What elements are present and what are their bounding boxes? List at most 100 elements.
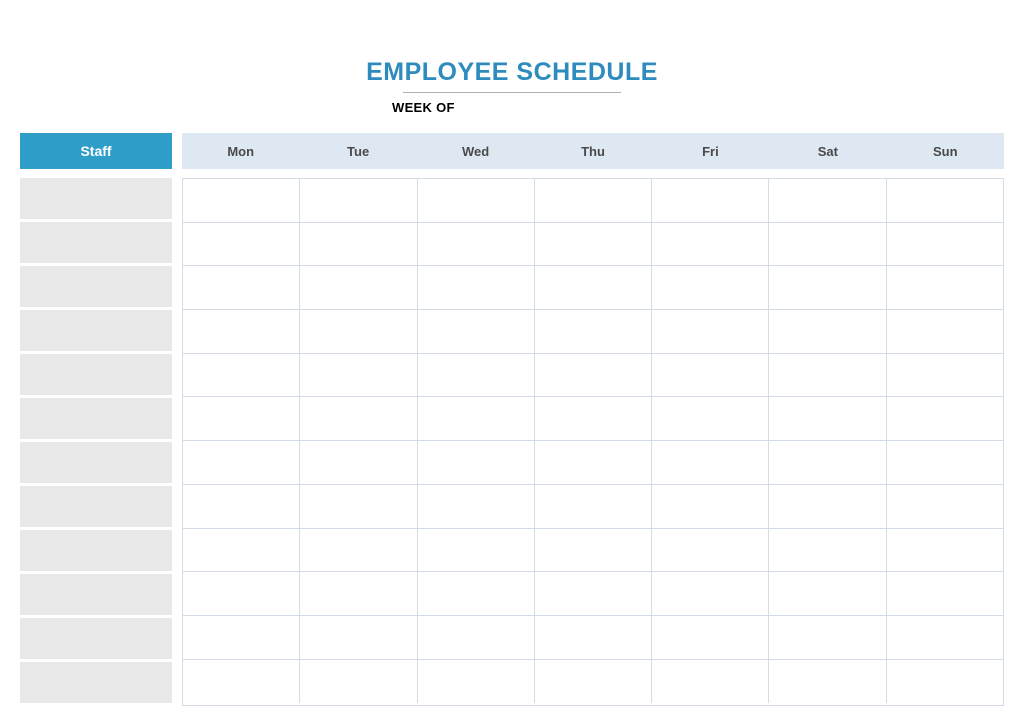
schedule-cell[interactable] — [887, 529, 1003, 572]
schedule-cell[interactable] — [769, 310, 886, 353]
staff-cell[interactable] — [20, 618, 172, 659]
schedule-cell[interactable] — [535, 223, 652, 266]
schedule-cell[interactable] — [535, 529, 652, 572]
schedule-cell[interactable] — [300, 310, 417, 353]
schedule-cell[interactable] — [887, 441, 1003, 484]
schedule-cell[interactable] — [418, 179, 535, 222]
schedule-cell[interactable] — [887, 310, 1003, 353]
staff-cell[interactable] — [20, 662, 172, 703]
table-row — [183, 572, 1003, 616]
schedule-cell[interactable] — [887, 572, 1003, 615]
staff-cell[interactable] — [20, 442, 172, 483]
schedule-cell[interactable] — [300, 397, 417, 440]
schedule-cell[interactable] — [418, 572, 535, 615]
schedule-cell[interactable] — [652, 354, 769, 397]
schedule-cell[interactable] — [769, 441, 886, 484]
schedule-cell[interactable] — [887, 397, 1003, 440]
schedule-cell[interactable] — [183, 397, 300, 440]
schedule-cell[interactable] — [769, 354, 886, 397]
schedule-cell[interactable] — [418, 354, 535, 397]
schedule-cell[interactable] — [887, 179, 1003, 222]
schedule-cell[interactable] — [300, 179, 417, 222]
schedule-cell[interactable] — [535, 485, 652, 528]
staff-cell[interactable] — [20, 310, 172, 351]
staff-cell[interactable] — [20, 178, 172, 219]
staff-cell[interactable] — [20, 266, 172, 307]
schedule-cell[interactable] — [535, 179, 652, 222]
schedule-cell[interactable] — [183, 354, 300, 397]
schedule-cell[interactable] — [535, 310, 652, 353]
schedule-cell[interactable] — [769, 485, 886, 528]
schedule-cell[interactable] — [300, 572, 417, 615]
schedule-cell[interactable] — [535, 616, 652, 659]
schedule-cell[interactable] — [652, 223, 769, 266]
schedule-cell[interactable] — [300, 660, 417, 704]
schedule-cell[interactable] — [418, 441, 535, 484]
table-row — [183, 660, 1003, 704]
schedule-cell[interactable] — [652, 485, 769, 528]
schedule-cell[interactable] — [535, 441, 652, 484]
schedule-cell[interactable] — [183, 485, 300, 528]
schedule-cell[interactable] — [418, 529, 535, 572]
schedule-cell[interactable] — [300, 266, 417, 309]
schedule-cell[interactable] — [769, 397, 886, 440]
schedule-cell[interactable] — [535, 266, 652, 309]
schedule-cell[interactable] — [300, 616, 417, 659]
staff-cell[interactable] — [20, 354, 172, 395]
staff-cell[interactable] — [20, 222, 172, 263]
schedule-cell[interactable] — [418, 266, 535, 309]
schedule-cell[interactable] — [887, 616, 1003, 659]
schedule-cell[interactable] — [418, 310, 535, 353]
schedule-cell[interactable] — [652, 397, 769, 440]
schedule-cell[interactable] — [652, 310, 769, 353]
schedule-cell[interactable] — [300, 223, 417, 266]
schedule-cell[interactable] — [769, 616, 886, 659]
schedule-cell[interactable] — [652, 179, 769, 222]
schedule-cell[interactable] — [887, 485, 1003, 528]
schedule-cell[interactable] — [652, 441, 769, 484]
schedule-cell[interactable] — [887, 354, 1003, 397]
schedule-cell[interactable] — [769, 179, 886, 222]
schedule-cell[interactable] — [887, 266, 1003, 309]
schedule-cell[interactable] — [535, 660, 652, 704]
schedule-cell[interactable] — [183, 616, 300, 659]
schedule-cell[interactable] — [769, 572, 886, 615]
schedule-cell[interactable] — [887, 660, 1003, 704]
schedule-cell[interactable] — [652, 266, 769, 309]
schedule-cell[interactable] — [183, 572, 300, 615]
schedule-cell[interactable] — [418, 660, 535, 704]
title-underline — [403, 92, 621, 93]
schedule-cell[interactable] — [183, 310, 300, 353]
schedule-cell[interactable] — [769, 223, 886, 266]
schedule-cell[interactable] — [183, 529, 300, 572]
staff-cell[interactable] — [20, 486, 172, 527]
schedule-cell[interactable] — [418, 223, 535, 266]
schedule-cell[interactable] — [300, 529, 417, 572]
schedule-cell[interactable] — [652, 572, 769, 615]
schedule-cell[interactable] — [652, 529, 769, 572]
week-of-label: WEEK OF — [392, 100, 1024, 115]
schedule-cell[interactable] — [183, 660, 300, 704]
schedule-cell[interactable] — [300, 441, 417, 484]
staff-cell[interactable] — [20, 574, 172, 615]
schedule-cell[interactable] — [769, 529, 886, 572]
staff-cell[interactable] — [20, 398, 172, 439]
schedule-cell[interactable] — [769, 266, 886, 309]
schedule-cell[interactable] — [535, 354, 652, 397]
schedule-cell[interactable] — [418, 397, 535, 440]
schedule-cell[interactable] — [887, 223, 1003, 266]
schedule-cell[interactable] — [418, 485, 535, 528]
staff-cell[interactable] — [20, 530, 172, 571]
schedule-cell[interactable] — [535, 397, 652, 440]
schedule-cell[interactable] — [183, 223, 300, 266]
schedule-cell[interactable] — [183, 266, 300, 309]
schedule-cell[interactable] — [183, 441, 300, 484]
schedule-cell[interactable] — [652, 616, 769, 659]
schedule-cell[interactable] — [769, 660, 886, 704]
schedule-cell[interactable] — [300, 485, 417, 528]
schedule-cell[interactable] — [183, 179, 300, 222]
schedule-cell[interactable] — [652, 660, 769, 704]
schedule-cell[interactable] — [418, 616, 535, 659]
schedule-cell[interactable] — [535, 572, 652, 615]
schedule-cell[interactable] — [300, 354, 417, 397]
